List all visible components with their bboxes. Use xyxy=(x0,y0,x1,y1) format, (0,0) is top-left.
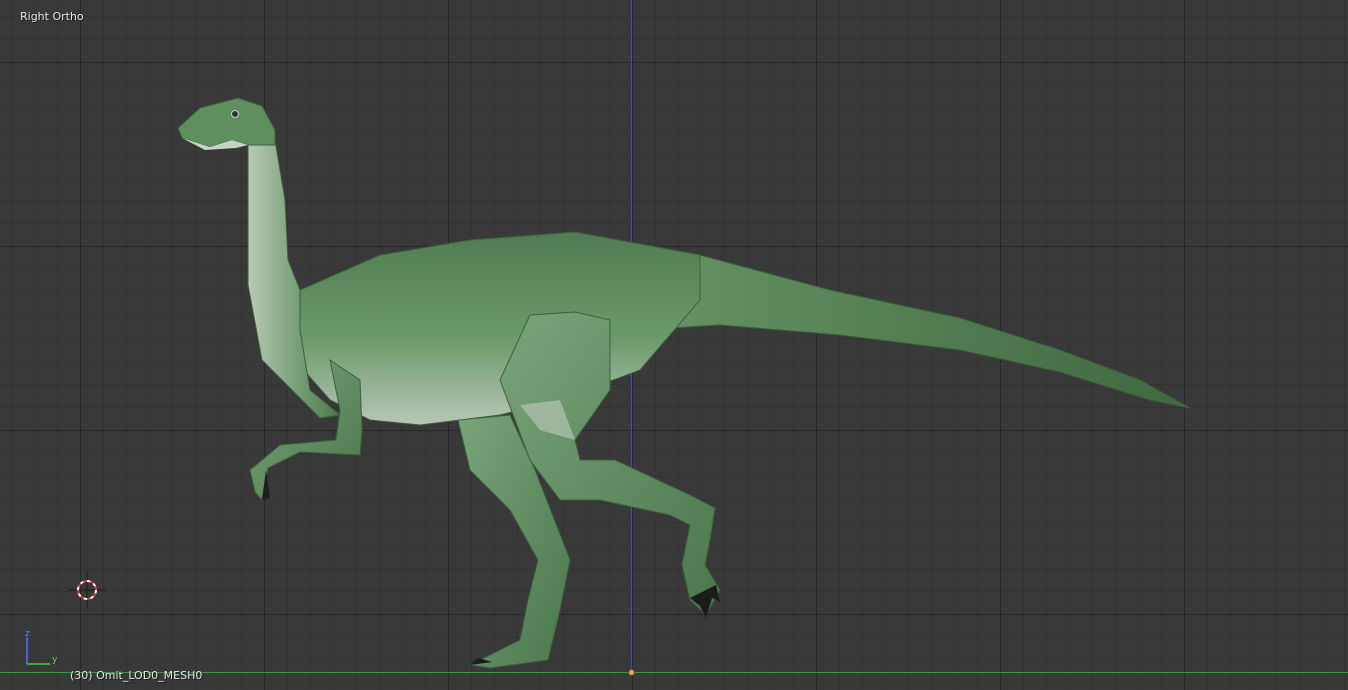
axis-gizmo-icon: z y xyxy=(25,629,58,665)
origin-point xyxy=(628,669,635,676)
3d-cursor-icon[interactable] xyxy=(68,571,106,609)
axis-gizmo-z-label: z xyxy=(25,629,30,639)
head xyxy=(177,97,276,148)
active-object-label: (30) Omit_LOD0_MESH0 xyxy=(70,669,203,682)
axis-gizmo-y-label: y xyxy=(52,655,58,665)
eye xyxy=(231,110,239,118)
view-name-label: Right Ortho xyxy=(20,10,84,23)
3d-viewport[interactable]: Right Ortho z y (30) Omit_LOD0_MESH0 xyxy=(0,0,1348,690)
dinosaur-model[interactable] xyxy=(0,0,1348,690)
near-hind-leg xyxy=(499,311,721,616)
